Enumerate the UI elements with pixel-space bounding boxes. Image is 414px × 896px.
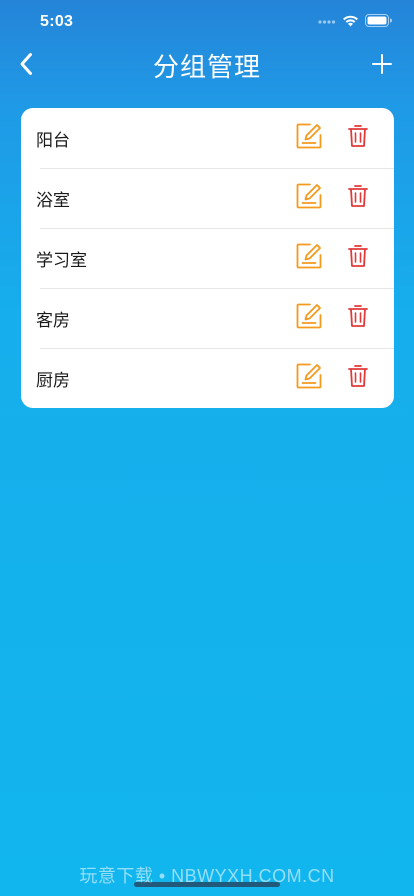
plus-icon [372, 53, 392, 79]
trash-icon [348, 184, 368, 213]
trash-icon [348, 304, 368, 333]
wifi-icon [342, 14, 359, 32]
group-name: 浴室 [36, 190, 70, 210]
edit-group-button[interactable] [295, 242, 323, 275]
status-bar: 5:03 [0, 0, 414, 44]
group-row: 浴室 [21, 168, 394, 228]
edit-icon [295, 362, 323, 395]
add-group-button[interactable] [366, 50, 398, 82]
edit-icon [295, 122, 323, 155]
group-row: 客房 [21, 288, 394, 348]
cellular-signal-icon [318, 14, 336, 32]
group-row: 阳台 [21, 108, 394, 168]
delete-group-button[interactable] [347, 244, 369, 273]
delete-group-button[interactable] [347, 304, 369, 333]
page-title: 分组管理 [152, 52, 261, 82]
edit-group-button[interactable] [295, 182, 323, 215]
edit-icon [295, 182, 323, 215]
nav-bar: 分组管理 [0, 44, 414, 88]
group-row: 厨房 [21, 348, 394, 408]
group-name: 阳台 [36, 130, 70, 150]
trash-icon [348, 244, 368, 273]
group-list: 阳台 浴室 学习室 客房 厨房 [21, 108, 394, 408]
status-time: 5:03 [40, 13, 74, 30]
delete-group-button[interactable] [347, 364, 369, 393]
edit-icon [295, 242, 323, 275]
edit-icon [295, 302, 323, 335]
edit-group-button[interactable] [295, 302, 323, 335]
battery-icon [365, 14, 392, 32]
trash-icon [348, 364, 368, 393]
home-indicator[interactable] [134, 882, 280, 887]
group-name: 客房 [36, 310, 70, 330]
delete-group-button[interactable] [347, 124, 369, 153]
group-name: 学习室 [36, 250, 87, 270]
group-row: 学习室 [21, 228, 394, 288]
edit-group-button[interactable] [295, 362, 323, 395]
status-icons [318, 14, 392, 32]
edit-group-button[interactable] [295, 122, 323, 155]
trash-icon [348, 124, 368, 153]
delete-group-button[interactable] [347, 184, 369, 213]
group-name: 厨房 [36, 370, 70, 390]
